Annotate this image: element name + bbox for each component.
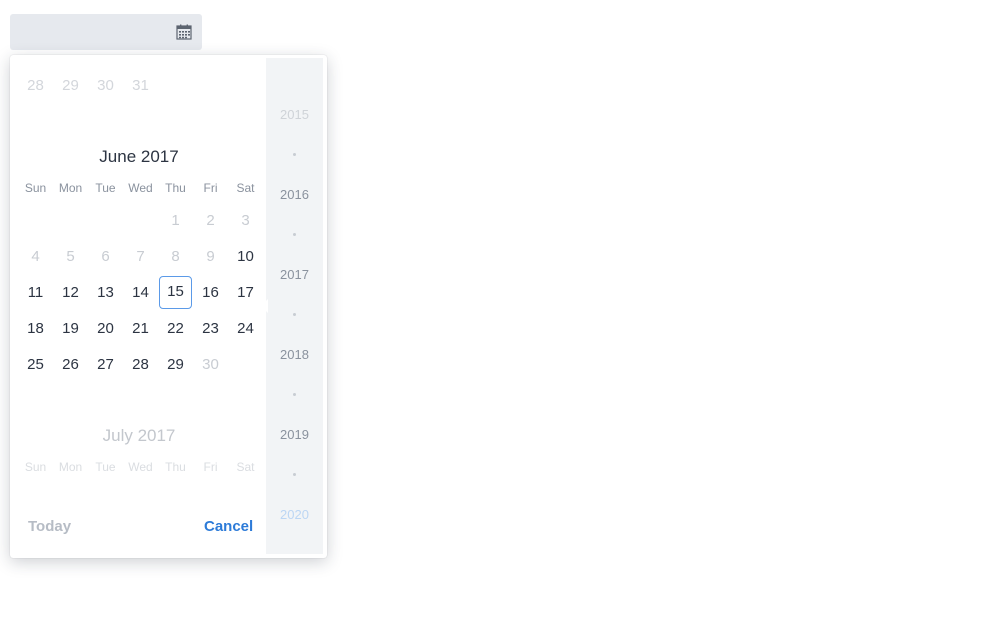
next-month-title: July 2017 [102,426,176,445]
year-pointer-arrow [261,299,268,313]
date-input[interactable] [10,14,202,50]
day-cell: 3 [241,212,250,229]
weekday-label: Sun [24,460,47,474]
day-cell[interactable]: 11 [18,275,53,311]
prev-month-day: 28 [27,77,44,94]
weekday-label: Sat [236,181,255,195]
day-cell[interactable]: 25 [18,347,53,383]
weekday-label: Thu [165,460,186,474]
prev-month-day: 29 [62,77,79,94]
day-cell[interactable]: 26 [53,347,88,383]
day-cell: 7 [136,248,145,265]
day-cell: 30 [202,356,219,373]
day-cell[interactable]: 29 [158,347,193,383]
day-cell[interactable]: 22 [158,311,193,347]
year-separator-dot [293,153,296,156]
day-cell[interactable]: 14 [123,275,158,311]
week-row: 18 19 20 21 22 23 24 [18,311,263,347]
day-cell: 1 [171,212,180,229]
weekday-label: Mon [58,460,83,474]
prev-month-day: 30 [97,77,114,94]
day-cell[interactable]: 24 [228,311,263,347]
day-cell[interactable]: 18 [18,311,53,347]
day-cell[interactable]: 20 [88,311,123,347]
day-cell: 2 [206,212,215,229]
day-cell[interactable]: 28 [123,347,158,383]
year-separator-dot [293,233,296,236]
weekday-label: Mon [58,181,83,195]
weekday-label: Tue [95,460,116,474]
weekday-header: Sun Mon Tue Wed Thu Fri Sat [18,181,263,197]
year-separator-dot [293,393,296,396]
day-cell: 4 [31,248,40,265]
weekday-label: Thu [165,181,186,195]
prev-month-tail-row: 28 29 30 31 [18,68,263,104]
month-title: June 2017 [99,147,179,166]
weekday-label: Sat [236,460,255,474]
day-cell[interactable]: 13 [88,275,123,311]
day-cell-selected[interactable]: 15 [159,276,192,309]
day-cell[interactable]: 23 [193,311,228,347]
day-cell[interactable]: 19 [53,311,88,347]
week-row: 25 26 27 28 29 30 [18,347,263,383]
weekday-label: Sun [24,181,47,195]
day-cell[interactable]: 27 [88,347,123,383]
year-item[interactable]: 2018 [266,347,323,362]
year-item[interactable]: 2020 [266,507,323,522]
year-item[interactable]: 2016 [266,187,323,202]
weekday-label: Wed [128,460,153,474]
weekday-label: Wed [128,181,153,195]
weekday-label: Fri [203,181,218,195]
weekday-label: Tue [95,181,116,195]
weekday-label: Fri [203,460,218,474]
day-cell: 5 [66,248,75,265]
day-cell[interactable]: 12 [53,275,88,311]
week-row: 1 2 3 [18,203,263,239]
month-scroller[interactable]: 28 29 30 31 June 2017 Sun Mon Tue Wed Th… [10,55,266,515]
year-separator-dot [293,473,296,476]
year-item[interactable]: 2015 [266,107,323,122]
day-cell: 8 [171,248,180,265]
day-cell[interactable]: 16 [193,275,228,311]
day-cell: 6 [101,248,110,265]
datepicker-popup: 28 29 30 31 June 2017 Sun Mon Tue Wed Th… [10,55,327,558]
year-item-current[interactable]: 2017 [266,267,323,282]
prev-month-day: 31 [132,77,149,94]
day-cell[interactable]: 21 [123,311,158,347]
year-column[interactable]: 2015 2016 2017 2018 2019 2020 [266,58,323,554]
cancel-button[interactable]: Cancel [204,518,253,535]
day-cell: 9 [206,248,215,265]
today-button[interactable]: Today [28,518,71,535]
day-cell[interactable]: 10 [228,239,263,275]
week-row: 4 5 6 7 8 9 10 [18,239,263,275]
next-weekday-header: Sun Mon Tue Wed Thu Fri Sat [18,460,263,476]
year-item[interactable]: 2019 [266,427,323,442]
day-cell[interactable]: 17 [228,275,263,311]
calendar-icon[interactable] [176,24,192,40]
year-separator-dot [293,313,296,316]
week-row: 11 12 13 14 15 16 17 [18,275,263,311]
